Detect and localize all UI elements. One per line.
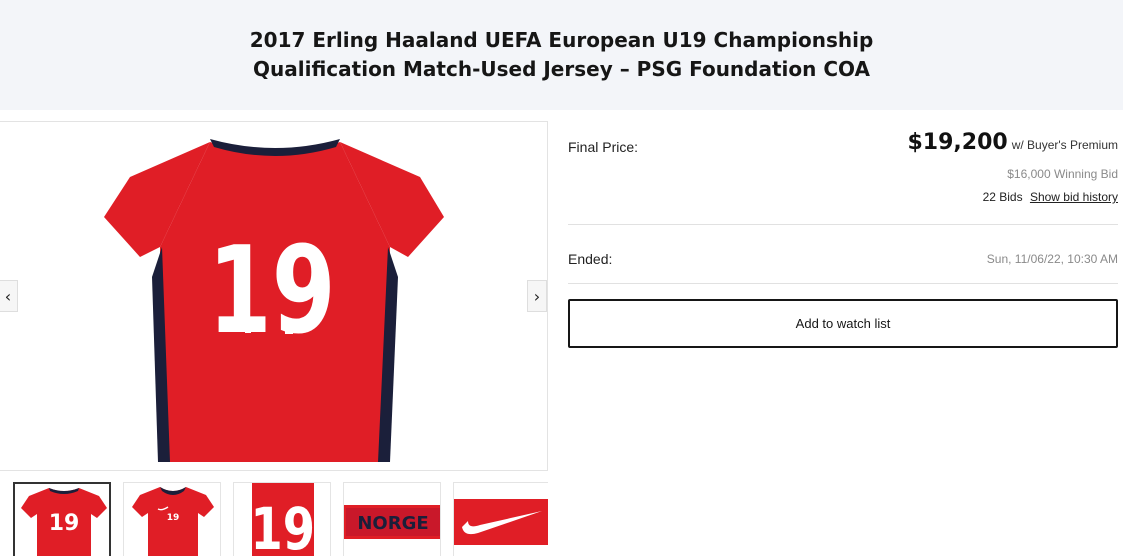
thumbnail-collar-closeup[interactable]: NORGE (343, 482, 441, 556)
listing-title-line1: 2017 Erling Haaland UEFA European U19 Ch… (249, 28, 874, 52)
winning-bid: $16,000 Winning Bid (1007, 167, 1118, 181)
show-bid-history-link[interactable]: Show bid history (1030, 190, 1118, 204)
thumbnail-swoosh-closeup[interactable] (453, 482, 548, 556)
jersey-number: 19 (208, 222, 336, 361)
image-gallery: NORGE 19 ‹ › (0, 121, 548, 471)
thumbnail-number: 19 (167, 513, 180, 523)
buyers-premium-note: w/ Buyer's Premium (1011, 138, 1118, 152)
ended-date: Sun, 11/06/22, 10:30 AM (986, 252, 1118, 266)
main-jersey-image: NORGE 19 (104, 135, 444, 462)
final-price-label: Final Price: (568, 139, 639, 155)
bids-line: 22 Bids Show bid history (983, 190, 1118, 204)
thumbnail-collar-text: NORGE (357, 513, 428, 534)
final-price-value: $19,200 (907, 130, 1008, 155)
ended-label: Ended: (568, 251, 613, 267)
chevron-right-icon: › (533, 286, 541, 306)
bid-details-panel: Final Price: $19,200 w/ Buyer's Premium … (568, 121, 1118, 348)
thumbnail-strip: 19 19 19 NORGE (0, 482, 548, 556)
price-line: $19,200 w/ Buyer's Premium (907, 130, 1118, 155)
bids-count: 22 Bids (982, 190, 1023, 204)
thumbnail-number: 19 (49, 511, 80, 536)
gallery-next-button[interactable]: › (527, 280, 547, 312)
thumbnail-jersey-back[interactable]: 19 (13, 482, 111, 556)
ended-row: Ended: Sun, 11/06/22, 10:30 AM (568, 225, 1118, 284)
page-header: 2017 Erling Haaland UEFA European U19 Ch… (0, 0, 1123, 110)
listing-title: 2017 Erling Haaland UEFA European U19 Ch… (242, 26, 882, 84)
add-to-watch-list-button[interactable]: Add to watch list (568, 299, 1118, 348)
flag-crest-icon (285, 325, 293, 334)
chevron-left-icon: ‹ (4, 286, 12, 306)
final-price-row: Final Price: $19,200 w/ Buyer's Premium … (568, 121, 1118, 225)
listing-title-line2: Qualification Match-Used Jersey – PSG Fo… (253, 57, 870, 81)
crest-icon (245, 325, 251, 333)
collar-text: NORGE (266, 135, 284, 141)
thumbnail-number: 19 (251, 496, 316, 556)
gallery-prev-button[interactable]: ‹ (0, 280, 18, 312)
thumbnail-jersey-front[interactable]: 19 (123, 482, 221, 556)
thumbnail-number-closeup[interactable]: 19 (233, 482, 331, 556)
